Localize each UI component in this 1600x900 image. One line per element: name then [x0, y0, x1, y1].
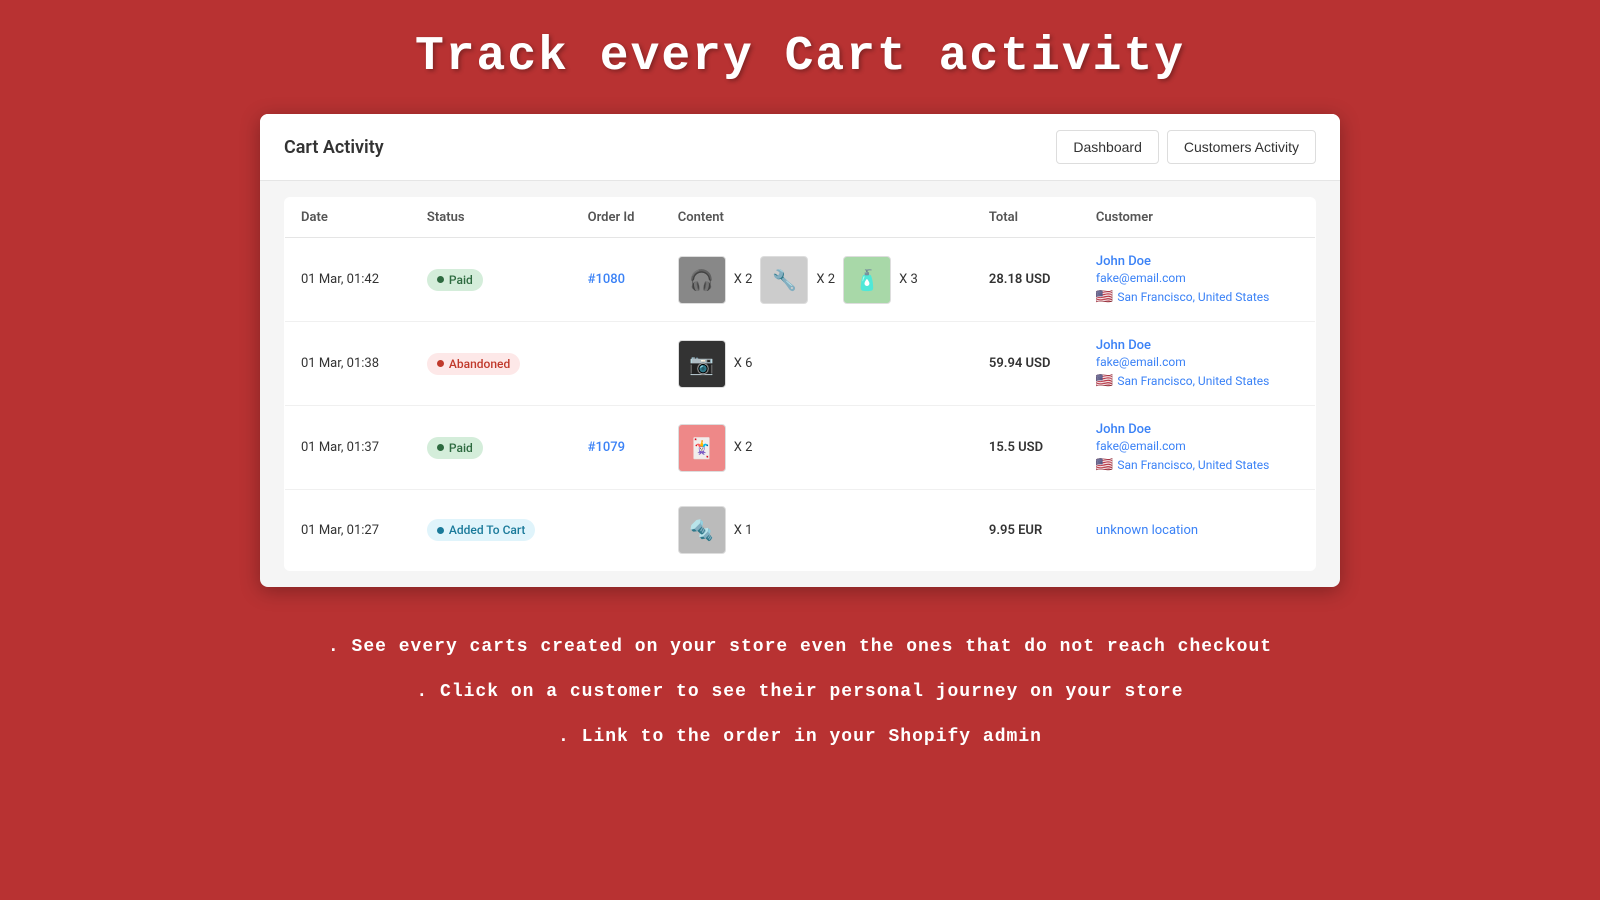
- cell-total: 9.95 EUR: [973, 490, 1080, 571]
- customer-info: John Doe fake@email.com 🇺🇸 San Francisco, …: [1096, 254, 1299, 305]
- cell-status: Paid: [411, 406, 572, 490]
- col-total: Total: [973, 198, 1080, 238]
- status-dot-icon: [437, 527, 444, 534]
- customer-name-link[interactable]: John Doe: [1096, 422, 1299, 437]
- cell-total: 15.5 USD: [973, 406, 1080, 490]
- customers-activity-button[interactable]: Customers Activity: [1167, 130, 1316, 164]
- cell-content: 🔩 X 1: [662, 490, 973, 571]
- product-image-bottle: 🧴: [843, 256, 891, 304]
- cell-status: Added To Cart: [411, 490, 572, 571]
- flag-icon: 🇺🇸: [1096, 457, 1113, 473]
- cell-content: 🎧 X 2 🔧 X 2 🧴 X 3: [662, 238, 973, 322]
- table-row: 01 Mar, 01:42 Paid #1080 🎧 X 2 🔧 X 2 🧴 X 3 28.18 …: [285, 238, 1316, 322]
- col-date: Date: [285, 198, 411, 238]
- table-container: Date Status Order Id Content Total Custo…: [260, 181, 1340, 587]
- customer-location-link[interactable]: 🇺🇸 San Francisco, United States: [1096, 457, 1299, 473]
- col-order-id: Order Id: [572, 198, 662, 238]
- cell-customer: John Doe fake@email.com 🇺🇸 San Francisco, …: [1080, 406, 1316, 490]
- app-container: Cart Activity Dashboard Customers Activi…: [260, 114, 1340, 587]
- app-header: Cart Activity Dashboard Customers Activi…: [260, 114, 1340, 181]
- customer-info: John Doe fake@email.com 🇺🇸 San Francisco, …: [1096, 422, 1299, 473]
- status-badge: Paid: [427, 269, 483, 291]
- cell-customer: John Doe fake@email.com 🇺🇸 San Francisco, …: [1080, 238, 1316, 322]
- order-id-link[interactable]: #1080: [588, 272, 625, 287]
- table-header-row: Date Status Order Id Content Total Custo…: [285, 198, 1316, 238]
- cell-status: Abandoned: [411, 322, 572, 406]
- cell-total: 59.94 USD: [973, 322, 1080, 406]
- table-row: 01 Mar, 01:27 Added To Cart 🔩 X 1 9.95 EUR un…: [285, 490, 1316, 571]
- data-table: Date Status Order Id Content Total Custo…: [284, 197, 1316, 571]
- bullet-1: . See every carts created on your store …: [328, 633, 1272, 662]
- status-badge: Abandoned: [427, 353, 520, 375]
- bullet-2: . Click on a customer to see their perso…: [328, 678, 1272, 707]
- cell-status: Paid: [411, 238, 572, 322]
- unknown-location-link[interactable]: unknown location: [1096, 523, 1299, 538]
- table-row: 01 Mar, 01:38 Abandoned 📷 X 6 59.94 USD John …: [285, 322, 1316, 406]
- product-image-card: 🃏: [678, 424, 726, 472]
- status-badge: Added To Cart: [427, 519, 536, 541]
- product-qty: X 2: [816, 272, 835, 287]
- customer-email-link[interactable]: fake@email.com: [1096, 355, 1299, 369]
- cell-date: 01 Mar, 01:27: [285, 490, 411, 571]
- product-qty: X 1: [734, 523, 753, 538]
- status-dot-icon: [437, 276, 444, 283]
- cell-customer: John Doe fake@email.com 🇺🇸 San Francisco, …: [1080, 322, 1316, 406]
- status-dot-icon: [437, 360, 444, 367]
- flag-icon: 🇺🇸: [1096, 289, 1113, 305]
- cell-customer: unknown location: [1080, 490, 1316, 571]
- col-customer: Customer: [1080, 198, 1316, 238]
- customer-name-link[interactable]: John Doe: [1096, 338, 1299, 353]
- flag-icon: 🇺🇸: [1096, 373, 1113, 389]
- status-dot-icon: [437, 444, 444, 451]
- product-qty: X 2: [734, 272, 753, 287]
- cell-order-id: #1079: [572, 406, 662, 490]
- bottom-bullets: . See every carts created on your store …: [328, 617, 1272, 767]
- cell-content: 🃏 X 2: [662, 406, 973, 490]
- product-qty: X 2: [734, 440, 753, 455]
- customer-info: John Doe fake@email.com 🇺🇸 San Francisco, …: [1096, 338, 1299, 389]
- cell-order-id: #1080: [572, 238, 662, 322]
- cell-total: 28.18 USD: [973, 238, 1080, 322]
- content-products: 🃏 X 2: [678, 424, 957, 472]
- col-status: Status: [411, 198, 572, 238]
- customer-location-link[interactable]: 🇺🇸 San Francisco, United States: [1096, 373, 1299, 389]
- product-image-headphone: 🎧: [678, 256, 726, 304]
- header-buttons: Dashboard Customers Activity: [1056, 130, 1316, 164]
- order-id-link[interactable]: #1079: [588, 440, 625, 455]
- status-badge: Paid: [427, 437, 483, 459]
- customer-email-link[interactable]: fake@email.com: [1096, 271, 1299, 285]
- col-content: Content: [662, 198, 973, 238]
- cell-date: 01 Mar, 01:37: [285, 406, 411, 490]
- product-image-camera: 📷: [678, 340, 726, 388]
- content-products: 🎧 X 2 🔧 X 2 🧴 X 3: [678, 256, 957, 304]
- customer-info: unknown location: [1096, 523, 1299, 538]
- product-image-pen: 🔧: [760, 256, 808, 304]
- dashboard-button[interactable]: Dashboard: [1056, 130, 1159, 164]
- customer-name-link[interactable]: John Doe: [1096, 254, 1299, 269]
- product-image-screwdriver: 🔩: [678, 506, 726, 554]
- content-products: 📷 X 6: [678, 340, 957, 388]
- app-title: Cart Activity: [284, 137, 384, 158]
- cell-order-id: [572, 490, 662, 571]
- content-products: 🔩 X 1: [678, 506, 957, 554]
- cell-date: 01 Mar, 01:42: [285, 238, 411, 322]
- cell-content: 📷 X 6: [662, 322, 973, 406]
- table-row: 01 Mar, 01:37 Paid #1079 🃏 X 2 15.5 USD John D…: [285, 406, 1316, 490]
- cell-date: 01 Mar, 01:38: [285, 322, 411, 406]
- customer-location-link[interactable]: 🇺🇸 San Francisco, United States: [1096, 289, 1299, 305]
- customer-email-link[interactable]: fake@email.com: [1096, 439, 1299, 453]
- bullet-3: . Link to the order in your Shopify admi…: [328, 723, 1272, 752]
- cell-order-id: [572, 322, 662, 406]
- product-qty: X 6: [734, 356, 753, 371]
- product-qty: X 3: [899, 272, 918, 287]
- hero-title: Track every Cart activity: [415, 30, 1185, 84]
